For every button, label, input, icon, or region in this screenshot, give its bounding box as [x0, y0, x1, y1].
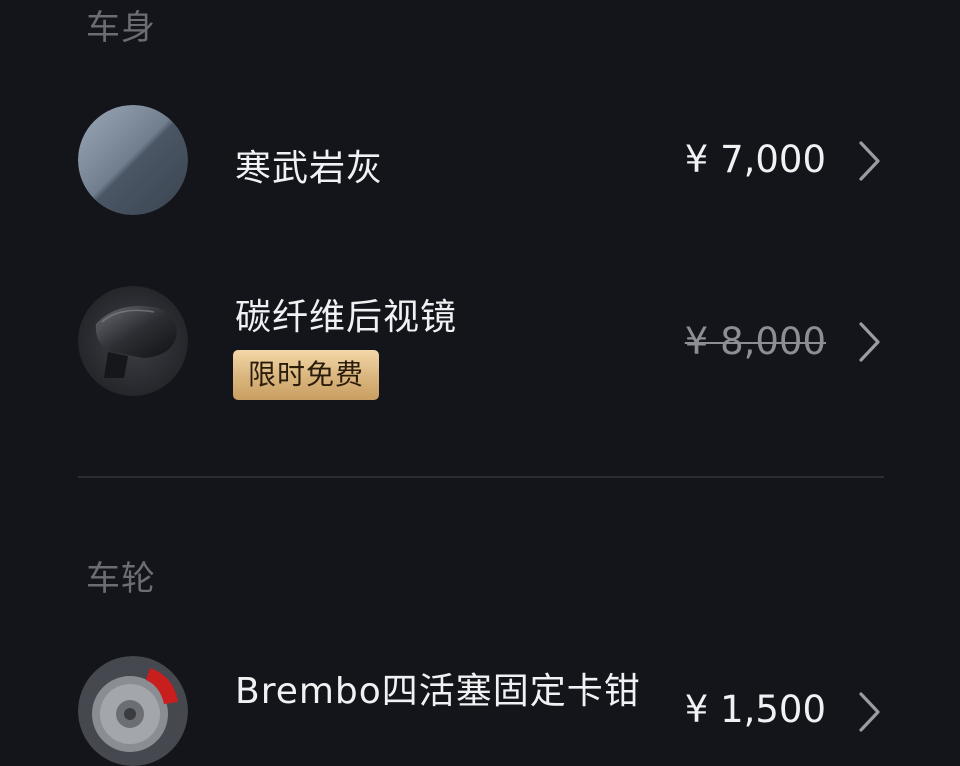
chevron-right-icon	[859, 141, 880, 181]
option-title: Brembo四活塞固定卡钳	[235, 671, 641, 712]
carbon-mirror-thumbnail	[78, 286, 188, 396]
section-title-wheels: 车轮	[86, 559, 156, 599]
option-title: 碳纤维后视镜	[235, 297, 458, 338]
paint-swatch-thumbnail	[78, 105, 188, 215]
option-row-paint[interactable]: 寒武岩灰 ¥ 7,000	[78, 105, 884, 215]
section-divider	[78, 476, 884, 478]
option-price: ¥ 1,500	[684, 688, 826, 731]
option-price: ¥ 7,000	[684, 138, 826, 181]
option-title: 寒武岩灰	[235, 148, 384, 189]
option-price-struck: ¥ 8,000	[684, 320, 826, 363]
options-list: 车身 寒武岩灰 ¥ 7,000 碳纤维后视镜 限时免费 ¥ 8,000 车轮 B…	[0, 0, 960, 766]
chevron-right-icon	[859, 322, 880, 362]
option-row-brembo[interactable]: Brembo四活塞固定卡钳 ¥ 1,500	[78, 656, 884, 766]
option-row-carbon-mirror[interactable]: 碳纤维后视镜 限时免费 ¥ 8,000	[78, 286, 884, 401]
limited-free-badge: 限时免费	[233, 350, 380, 400]
chevron-right-icon	[859, 692, 880, 732]
section-title-body: 车身	[86, 8, 156, 48]
brake-caliper-thumbnail	[78, 656, 188, 766]
